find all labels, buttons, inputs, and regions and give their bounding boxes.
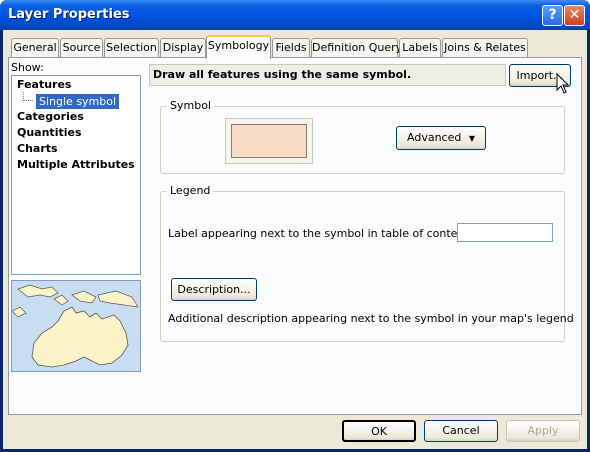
apply-button[interactable]: Apply <box>506 420 580 442</box>
tab-definition-query[interactable]: Definition Query <box>311 38 402 58</box>
advanced-button-label: Advanced <box>407 131 462 144</box>
tab-fields[interactable]: Fields <box>272 38 310 58</box>
close-button[interactable]: ✕ <box>564 5 585 26</box>
title-bar[interactable]: Layer Properties ? ✕ <box>0 0 590 30</box>
mouse-cursor-icon <box>556 73 570 94</box>
description-note: Additional description appearing next to… <box>168 312 574 325</box>
australia-map-icon <box>12 281 140 371</box>
tab-symbology[interactable]: Symbology <box>206 35 271 59</box>
layer-properties-window: Layer Properties ? ✕ General Source Sele… <box>0 0 590 452</box>
dialog-client: General Source Selection Display Symbolo… <box>3 30 587 449</box>
symbol-group-label: Symbol <box>167 99 214 112</box>
ok-button[interactable]: OK <box>342 420 416 442</box>
show-listbox[interactable]: Features Single symbol Categories Quanti… <box>11 75 141 275</box>
list-item-single-symbol[interactable]: Single symbol <box>36 94 120 109</box>
list-item-features[interactable]: Features <box>17 78 71 91</box>
legend-label-input[interactable] <box>457 223 553 242</box>
legend-group-label: Legend <box>167 184 214 197</box>
symbol-swatch-button[interactable] <box>225 118 313 164</box>
label-prompt: Label appearing next to the symbol in ta… <box>168 227 479 240</box>
symbol-fill-swatch <box>231 124 307 158</box>
list-item-categories[interactable]: Categories <box>17 110 84 123</box>
tab-display[interactable]: Display <box>160 38 206 58</box>
advanced-button[interactable]: Advanced ▼ <box>396 126 486 150</box>
list-item-quantities[interactable]: Quantities <box>17 126 82 139</box>
chevron-down-icon: ▼ <box>468 134 475 143</box>
map-preview-image <box>11 280 141 372</box>
tab-general[interactable]: General <box>11 38 59 58</box>
close-icon: ✕ <box>568 7 581 23</box>
tab-labels[interactable]: Labels <box>399 38 441 58</box>
tab-selection[interactable]: Selection <box>104 38 159 58</box>
tab-source[interactable]: Source <box>60 38 103 58</box>
list-item-multiple-attributes[interactable]: Multiple Attributes <box>17 158 135 171</box>
symbol-group: Symbol <box>160 99 565 174</box>
help-button[interactable]: ? <box>542 5 563 26</box>
help-icon: ? <box>548 7 557 23</box>
tree-connector <box>23 92 33 101</box>
cancel-button[interactable]: Cancel <box>424 420 498 442</box>
list-item-charts[interactable]: Charts <box>17 142 58 155</box>
tab-joins-relates[interactable]: Joins & Relates <box>442 38 528 58</box>
symbology-description: Draw all features using the same symbol. <box>149 64 506 86</box>
show-label: Show: <box>11 61 44 74</box>
window-title: Layer Properties <box>8 7 130 22</box>
description-button[interactable]: Description... <box>171 278 257 301</box>
